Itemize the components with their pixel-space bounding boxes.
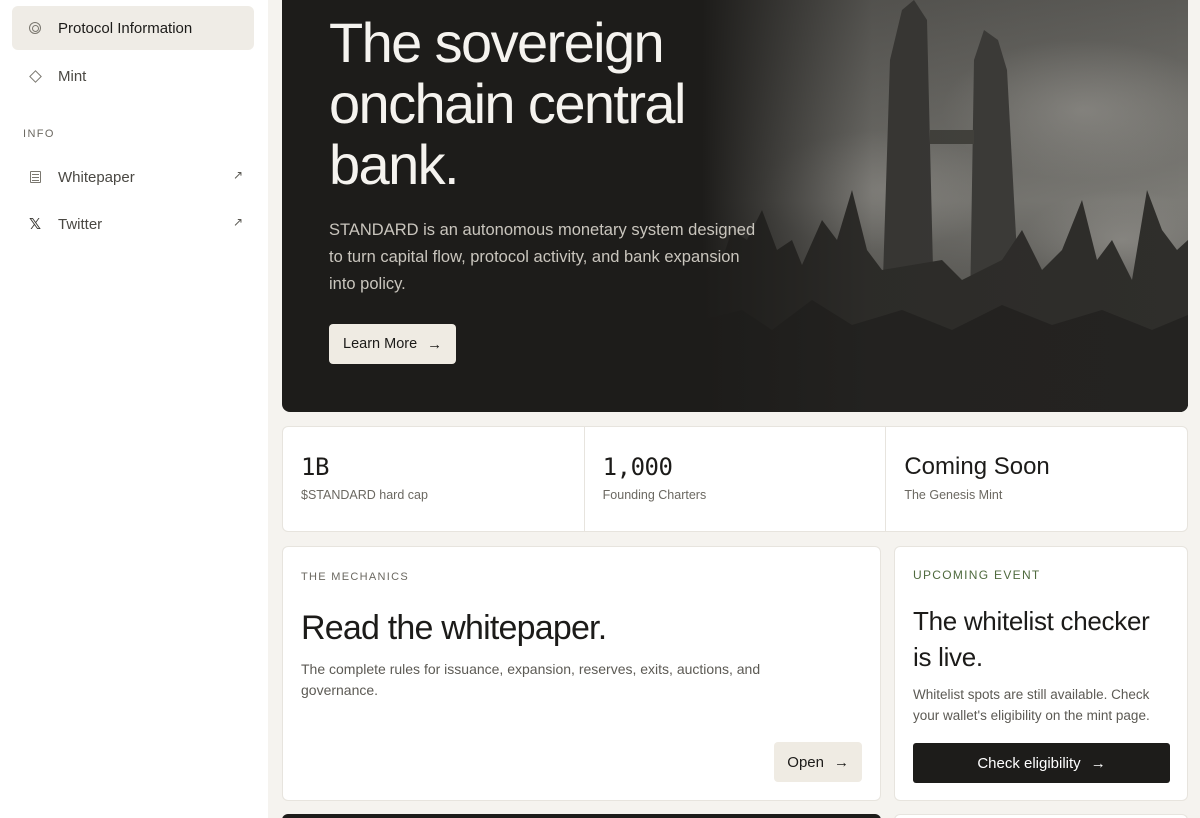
stat-label: Founding Charters [602,488,707,502]
stat-genesis-mint: Coming Soon The Genesis Mint [886,427,1187,531]
sidebar-item-label: Twitter [58,215,103,233]
open-whitepaper-button[interactable]: Open → [774,742,862,782]
stat-label: $STANDARD hard cap [301,488,428,502]
external-link-icon: ↗ [232,168,243,182]
sidebar: Protocol Information Mint INFO Whitepape… [0,0,268,818]
upcoming-event-card: UPCOMING EVENT The whitelist checker is … [894,546,1188,801]
stat-hard-cap: 1B $STANDARD hard cap [283,427,585,531]
sidebar-item-label: Mint [58,67,87,85]
protocol-ring-icon [27,20,43,36]
document-icon [27,169,43,185]
hero-city-illustration [702,0,1188,412]
event-title: The whitelist checker is live. [913,606,1150,672]
check-eligibility-button[interactable]: Check eligibility → [913,743,1170,783]
hero-title: The sovereign onchain central bank. [329,11,686,196]
sidebar-item-protocol-information[interactable]: Protocol Information [12,6,254,50]
learn-more-button[interactable]: Learn More → [329,324,457,364]
sidebar-link-whitepaper[interactable]: Whitepaper ↗ [12,155,254,199]
event-description: Whitelist spots are still available. Che… [913,687,1150,723]
sidebar-item-mint[interactable]: Mint [12,54,254,98]
external-link-icon: ↗ [232,215,243,229]
event-eyebrow: UPCOMING EVENT [913,568,1041,582]
stat-value: Coming Soon [904,453,1050,480]
diamond-icon [27,68,43,84]
next-card-edge [894,814,1188,818]
stat-value: 1B [301,453,329,481]
hero-description: STANDARD is an autonomous monetary syste… [329,221,756,293]
mechanics-title: Read the whitepaper. [301,609,607,647]
stats-panel: 1B $STANDARD hard cap 1,000 Founding Cha… [282,426,1188,532]
mechanics-eyebrow: THE MECHANICS [301,571,409,583]
open-label: Open [787,753,824,771]
next-card-edge [282,814,881,818]
stat-founding-charters: 1,000 Founding Charters [585,427,887,531]
sidebar-item-label: Protocol Information [58,19,193,37]
sidebar-link-twitter[interactable]: 𝕏 Twitter ↗ [12,202,254,246]
mechanics-card: THE MECHANICS Read the whitepaper. The c… [282,546,881,801]
hero-banner: The sovereign onchain central bank. STAN… [282,0,1188,412]
x-logo-icon: 𝕏 [28,216,42,233]
stat-value: 1,000 [602,453,673,481]
mechanics-description: The complete rules for issuance, expansi… [301,661,761,698]
sidebar-item-label: Whitepaper [58,168,135,186]
stat-label: The Genesis Mint [904,488,1003,502]
sidebar-section-label: INFO [23,128,55,140]
arrow-right-icon: → [1090,754,1106,772]
check-eligibility-label: Check eligibility [977,754,1081,772]
arrow-right-icon: → [834,753,849,771]
learn-more-label: Learn More [343,336,418,352]
arrow-right-icon: → [427,335,443,353]
